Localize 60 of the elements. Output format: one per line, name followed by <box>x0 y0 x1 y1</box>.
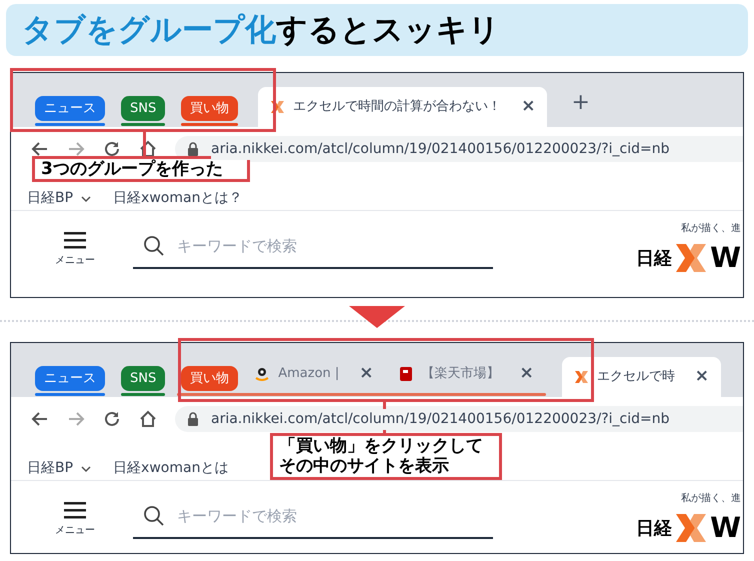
reload-icon <box>103 410 121 428</box>
search-icon <box>143 235 165 257</box>
tab-group-chip[interactable]: ニュース <box>35 366 105 391</box>
search-icon <box>143 505 165 527</box>
tab-group-chip[interactable]: ニュース <box>35 96 105 121</box>
logo-text: 日経 <box>636 516 672 540</box>
logo-text: W <box>710 244 741 272</box>
tab-group-chip[interactable]: SNS <box>121 366 166 391</box>
tab-group-chip[interactable]: SNS <box>121 96 166 121</box>
tab-title: 【楽天市場】 <box>422 365 500 384</box>
home-icon <box>139 140 157 158</box>
leader-line <box>143 132 146 156</box>
browser-tab[interactable]: エクセルで時間の計算が合わない！ × <box>258 87 548 127</box>
close-button[interactable]: × <box>359 361 374 387</box>
menu-button[interactable]: メニュー <box>47 231 103 268</box>
tab-title: エクセルで時間の計算が合わない！ <box>293 98 502 116</box>
logo-text: 日経 <box>636 246 672 270</box>
shopping-logo-icon <box>254 366 270 382</box>
back-icon <box>31 140 49 158</box>
browser-tab[interactable]: Amazon | × <box>242 357 386 391</box>
bookmark-item[interactable]: 日経xwomanとは <box>113 458 228 479</box>
back-icon <box>31 410 49 428</box>
shop-logo-icon <box>398 366 414 382</box>
callout-text: 「買い物」をクリックして その中のサイトを表示 <box>270 433 502 480</box>
chevron-down-icon <box>81 464 92 472</box>
x-logo-icon <box>676 514 706 542</box>
browser-tab[interactable]: 【楽天市場】 × <box>386 357 546 391</box>
callout-text: 3つのグループを作った <box>32 156 250 182</box>
lock-icon <box>187 142 199 156</box>
forward-icon <box>67 140 85 158</box>
tagline: 私が描く、進 <box>681 492 741 506</box>
tab-group-chip[interactable]: 買い物 <box>181 366 238 391</box>
close-button[interactable]: × <box>694 364 710 390</box>
forward-icon <box>67 410 85 428</box>
tab-title: エクセルで時 <box>596 368 675 386</box>
browser-tab[interactable]: エクセルで時 × <box>562 357 722 397</box>
new-tab-button[interactable]: + <box>571 86 590 119</box>
tab-group-chip[interactable]: 買い物 <box>181 96 238 121</box>
close-button[interactable]: × <box>520 361 534 387</box>
x-logo-icon <box>270 99 286 115</box>
bookmark-item[interactable]: 日経BP <box>27 188 92 209</box>
page-title: タブをグループ化するとスッキリ <box>22 10 500 50</box>
menu-icon <box>64 231 86 249</box>
menu-button[interactable]: メニュー <box>47 501 103 538</box>
menu-icon <box>64 501 86 519</box>
address-bar[interactable]: aria.nikkei.com/atcl/column/19/021400156/012200023/?i_cid=nb <box>175 406 743 432</box>
x-logo-icon <box>574 369 589 385</box>
tagline: 私が描く、進 <box>681 222 741 236</box>
down-arrow-icon <box>349 306 405 328</box>
lock-icon <box>187 412 199 426</box>
home-icon <box>139 410 157 428</box>
bookmark-item[interactable]: 日経xwomanとは？ <box>113 188 242 209</box>
url-text: aria.nikkei.com/atcl/column/19/021400156/012200023/?i_cid=nb <box>211 408 670 430</box>
x-logo-icon <box>676 244 706 272</box>
tab-title: Amazon | <box>278 365 340 384</box>
logo-text: W <box>710 514 741 542</box>
reload-icon <box>103 140 121 158</box>
bookmark-item[interactable]: 日経BP <box>27 458 92 479</box>
close-button[interactable]: × <box>521 94 536 120</box>
chevron-down-icon <box>81 194 92 202</box>
